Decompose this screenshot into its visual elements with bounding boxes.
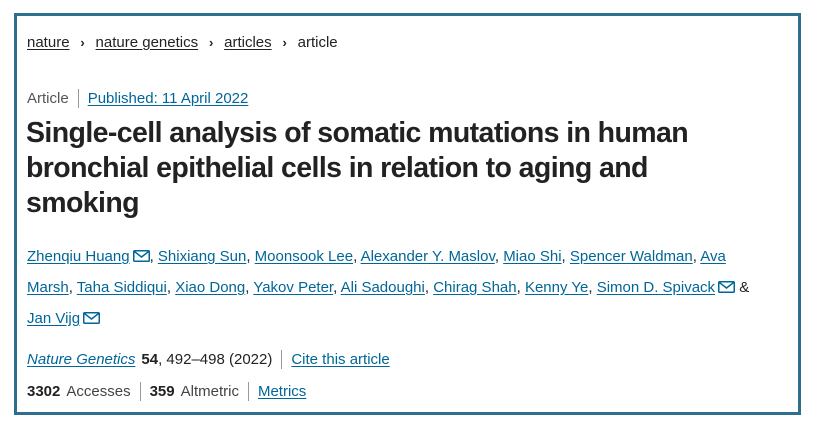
article-title: Single-cell analysis of somatic mutation… — [26, 117, 689, 219]
author-separator: , — [246, 248, 255, 265]
author-separator: , — [494, 248, 504, 265]
breadcrumb-link-nature-genetics[interactable]: nature genetics — [96, 34, 199, 51]
author-separator: , — [333, 279, 341, 296]
cite-this-article-link[interactable]: Cite this article — [291, 351, 389, 368]
accesses-label: Accesses — [66, 383, 131, 400]
author-and: & — [735, 279, 750, 296]
author-separator: , — [68, 279, 77, 296]
author-link[interactable]: Zhenqiu Huang — [27, 248, 130, 265]
metrics-link[interactable]: Metrics — [258, 383, 306, 400]
chevron-right-icon: › — [208, 35, 214, 50]
author-link[interactable]: Yakov Peter — [253, 279, 333, 296]
author-list: Zhenqiu Huang, Shixiang Sun, Moonsook Le… — [27, 241, 767, 334]
altmetric-label: Altmetric — [180, 383, 239, 400]
journal-link[interactable]: Nature Genetics — [27, 351, 135, 368]
breadcrumb-current: article — [297, 34, 338, 51]
mail-icon[interactable] — [83, 312, 101, 324]
author-link[interactable]: Ali Sadoughi — [341, 279, 425, 296]
author-link[interactable]: Miao Shi — [503, 248, 561, 265]
author-link[interactable]: Simon D. Spivack — [597, 279, 715, 296]
author-separator: , — [149, 248, 158, 265]
mail-icon[interactable] — [132, 250, 150, 262]
author-separator: , — [561, 248, 570, 265]
author-separator: , — [166, 279, 176, 296]
author-link[interactable]: Moonsook Lee — [255, 248, 353, 265]
chevron-right-icon: › — [282, 35, 287, 50]
breadcrumb-link-articles[interactable]: articles — [224, 34, 272, 51]
author-separator: , — [353, 248, 361, 265]
article-type: Article — [27, 90, 69, 107]
journal-pages-year: , 492–498 (2022) — [158, 351, 273, 368]
author-separator: , — [588, 279, 597, 296]
citation-line: Nature Genetics 54 , 492–498 (2022) Cite… — [27, 350, 390, 369]
author-link[interactable]: Alexander Y. Maslov — [361, 248, 495, 265]
article-header-frame: nature › nature genetics › articles › ar… — [14, 13, 801, 415]
divider — [77, 89, 79, 108]
author-link[interactable]: Taha Siddiqui — [77, 279, 167, 296]
author-separator: , — [516, 279, 525, 296]
breadcrumb-link-nature[interactable]: nature — [27, 34, 70, 51]
author-link[interactable]: Shixiang Sun — [158, 248, 246, 265]
journal-volume: 54 — [141, 351, 159, 368]
author-link[interactable]: Spencer Waldman — [570, 248, 693, 265]
author-link[interactable]: Kenny Ye — [525, 279, 588, 296]
divider — [139, 382, 141, 401]
accesses-count: 3302 — [27, 383, 61, 400]
author-separator: , — [424, 279, 434, 296]
published-date-link[interactable]: Published: 11 April 2022 — [88, 90, 249, 107]
author-link[interactable]: Xiao Dong — [175, 279, 245, 296]
chevron-right-icon: › — [80, 35, 85, 50]
breadcrumb: nature › nature genetics › articles › ar… — [27, 34, 338, 51]
mail-icon[interactable] — [718, 281, 736, 293]
author-link[interactable]: Chirag Shah — [433, 279, 516, 296]
author-link[interactable]: Jan Vijg — [27, 310, 80, 327]
metrics-line: 3302 Accesses 359 Altmetric Metrics — [27, 382, 306, 401]
divider — [247, 382, 249, 401]
article-meta: Article Published: 11 April 2022 — [27, 89, 248, 108]
altmetric-count: 359 — [149, 383, 175, 400]
divider — [281, 350, 283, 369]
